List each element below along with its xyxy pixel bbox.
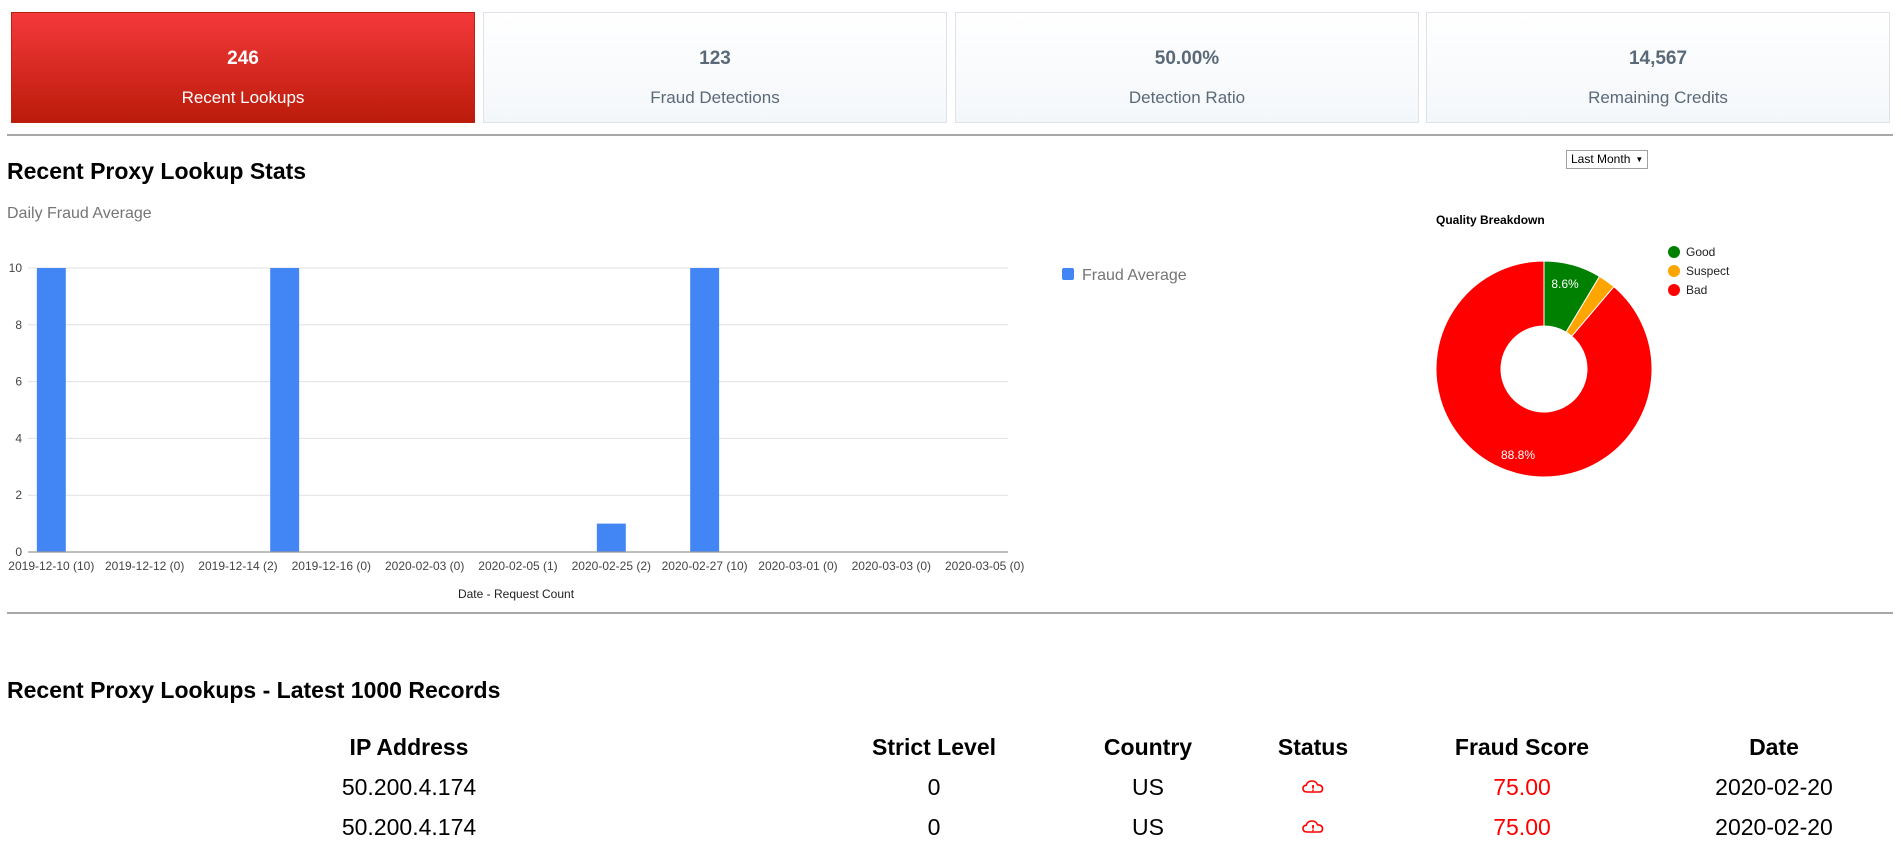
divider <box>7 134 1893 136</box>
cell-strict-level: 0 <box>927 814 941 840</box>
pie-slice-label: 8.6% <box>1551 277 1579 291</box>
x-tick-label: 2020-02-03 (0) <box>385 559 464 573</box>
x-tick-label: 2020-02-05 (1) <box>478 559 557 573</box>
stat-label: Remaining Credits <box>1588 88 1728 107</box>
y-tick-label: 8 <box>15 318 22 332</box>
cell-fraud-score: 75.00 <box>1493 814 1551 840</box>
x-tick-label: 2020-03-01 (0) <box>758 559 837 573</box>
column-header-country[interactable]: Country <box>1104 734 1192 761</box>
x-tick-label: 2020-02-25 (2) <box>572 559 651 573</box>
cell-country: US <box>1132 774 1164 800</box>
cell-date: 2020-02-20 <box>1715 814 1833 840</box>
pie-slice-bad <box>1435 260 1653 478</box>
legend-label-good: Good <box>1686 245 1715 259</box>
time-range-select[interactable]: Last Month ▼ <box>1566 150 1649 169</box>
stat-card-fraud-detections[interactable]: 123 Fraud Detections <box>483 12 947 123</box>
stat-value: 50.00% <box>1154 48 1220 69</box>
bar-chart: 0 2 4 6 8 10 2019-12-10 (10) 2019-12-12 (0) 2019… <box>8 261 1024 601</box>
y-tick-label: 10 <box>9 261 23 275</box>
cell-ip: 50.200.4.174 <box>341 774 477 800</box>
column-header-status[interactable]: Status <box>1278 734 1348 761</box>
bar <box>270 268 300 552</box>
cell-fraud-score: 75.00 <box>1493 774 1551 800</box>
legend-label-suspect: Suspect <box>1686 264 1730 278</box>
y-tick-label: 0 <box>15 545 22 559</box>
stats-section-title: Recent Proxy Lookup Stats <box>7 158 307 184</box>
legend-label-bad: Bad <box>1686 283 1707 297</box>
legend-swatch-fraud-average <box>1062 268 1074 280</box>
stat-value: 123 <box>699 48 731 69</box>
pie-chart-title: Quality Breakdown <box>1436 213 1545 227</box>
stat-card-remaining-credits[interactable]: 14,567 Remaining Credits <box>1426 12 1890 123</box>
x-tick-label: 2019-12-14 (2) <box>198 559 277 573</box>
column-header-date[interactable]: Date <box>1749 734 1799 761</box>
x-tick-label: 2020-02-27 (10) <box>662 559 748 573</box>
x-axis-title: Date - Request Count <box>458 587 575 601</box>
divider <box>7 612 1893 614</box>
stat-value: 14,567 <box>1628 48 1688 69</box>
stat-value: 246 <box>227 48 259 69</box>
lookups-title: Recent Proxy Lookups - Latest 1000 Recor… <box>7 677 501 703</box>
stat-label: Recent Lookups <box>181 88 305 107</box>
cloud-alert-icon <box>1302 779 1324 800</box>
bar <box>690 268 720 552</box>
stat-label: Fraud Detections <box>650 88 780 107</box>
bar <box>596 523 626 552</box>
y-tick-label: 2 <box>15 488 22 502</box>
column-header-strict-level[interactable]: Strict Level <box>872 734 996 761</box>
bar <box>36 268 66 552</box>
x-tick-label: 2020-03-03 (0) <box>852 559 931 573</box>
column-header-ip[interactable]: IP Address <box>350 734 469 761</box>
cell-date: 2020-02-20 <box>1715 774 1833 800</box>
stat-label: Detection Ratio <box>1128 88 1246 107</box>
legend-label-fraud-average: Fraud Average <box>1082 267 1187 284</box>
stat-card-recent-lookups[interactable]: 246 Recent Lookups <box>11 12 475 123</box>
legend-marker-good <box>1668 246 1680 258</box>
dropdown-arrow-icon: ▼ <box>1635 155 1644 164</box>
x-tick-label: 2019-12-12 (0) <box>105 559 184 573</box>
legend-marker-bad <box>1668 284 1680 296</box>
x-tick-label: 2019-12-10 (10) <box>8 559 94 573</box>
stat-card-detection-ratio[interactable]: 50.00% Detection Ratio <box>955 12 1419 123</box>
bar-chart-title: Daily Fraud Average <box>7 205 152 222</box>
x-tick-label: 2019-12-16 (0) <box>292 559 371 573</box>
legend-marker-suspect <box>1668 265 1680 277</box>
x-tick-label: 2020-03-05 (0) <box>945 559 1024 573</box>
y-tick-label: 4 <box>15 431 22 445</box>
cell-country: US <box>1132 814 1164 840</box>
column-header-fraud-score[interactable]: Fraud Score <box>1455 734 1589 761</box>
time-range-value: Last Month <box>1571 152 1631 166</box>
cell-strict-level: 0 <box>927 774 941 800</box>
pie-slice-label: 88.8% <box>1501 448 1535 462</box>
cloud-alert-icon <box>1302 819 1324 840</box>
y-tick-label: 6 <box>15 375 22 389</box>
cell-ip: 50.200.4.174 <box>341 814 477 840</box>
pie-chart: Quality Breakdown 8.6% 88.8% Good Suspect Bad <box>1435 213 1730 478</box>
